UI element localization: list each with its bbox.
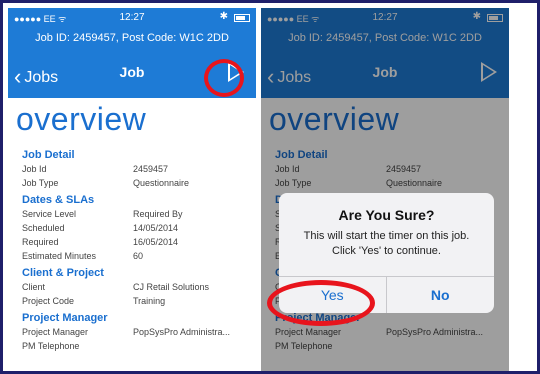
detail-row: Estimated Minutes 60 xyxy=(22,249,252,263)
section-title: Dates & SLAs xyxy=(22,194,95,206)
detail-row: Project Manager PopSysPro Administra... xyxy=(22,325,252,339)
detail-label: Project Manager xyxy=(22,327,89,337)
section-title: Client & Project xyxy=(22,267,104,279)
detail-label: Estimated Minutes xyxy=(22,251,97,261)
detail-row: Project Code Training xyxy=(22,294,252,308)
detail-value: Questionnaire xyxy=(133,178,190,188)
page-title: overview xyxy=(16,101,147,137)
no-button[interactable]: No xyxy=(387,277,495,313)
detail-label: Job Id xyxy=(22,164,47,174)
detail-row: Scheduled 14/05/2014 xyxy=(22,221,252,235)
section-title: Project Manager xyxy=(22,312,108,324)
detail-value: 14/05/2014 xyxy=(133,223,179,233)
status-bar: ●●●●● EE ᯤ 12:27 ✱ xyxy=(8,8,256,28)
detail-row: Client CJ Retail Solutions xyxy=(22,280,252,294)
screenshot-frame: ●●●●● EE ᯤ 12:27 ✱ Job ID: 2459457, Post… xyxy=(0,0,540,374)
job-screen-confirm: ●●●●● EE ᯤ 12:27 ✱ Job ID: 2459457, Post… xyxy=(261,8,509,371)
detail-row: Required 16/05/2014 xyxy=(22,235,252,249)
job-screen: ●●●●● EE ᯤ 12:27 ✱ Job ID: 2459457, Post… xyxy=(8,8,256,371)
dialog-message-line: This will start the timer on this job. xyxy=(303,230,470,242)
detail-value: CJ Retail Solutions xyxy=(133,282,210,292)
detail-label: Scheduled xyxy=(22,223,65,233)
detail-row: Service Level Required By xyxy=(22,207,252,221)
detail-label: Required xyxy=(22,237,59,247)
detail-row: Job Id 2459457 xyxy=(22,162,252,176)
detail-label: PM Telephone xyxy=(22,341,80,351)
detail-label: Client xyxy=(22,282,46,292)
detail-label: Service Level xyxy=(22,209,77,219)
detail-label: Project Code xyxy=(22,296,75,306)
detail-value: 16/05/2014 xyxy=(133,237,179,247)
detail-row: Job Type Questionnaire xyxy=(22,176,252,190)
detail-label: Job Type xyxy=(22,178,59,188)
detail-value: Training xyxy=(133,296,166,306)
dialog-message-line: Click 'Yes' to continue. xyxy=(332,245,441,257)
highlight-circle xyxy=(267,280,375,326)
bluetooth-icon: ✱ xyxy=(219,11,228,22)
section-title: Job Detail xyxy=(22,149,75,161)
detail-value: 60 xyxy=(133,251,144,261)
dialog-title: Are You Sure? xyxy=(338,207,435,223)
highlight-circle xyxy=(204,59,244,97)
detail-value: Required By xyxy=(133,209,183,219)
job-header: Job ID: 2459457, Post Code: W1C 2DD xyxy=(8,28,256,48)
detail-value: 2459457 xyxy=(133,164,169,174)
detail-row: PM Telephone xyxy=(22,339,252,353)
dialog-message: This will start the timer on this job. Cl… xyxy=(287,229,486,259)
detail-value: PopSysPro Administra... xyxy=(133,327,231,337)
battery-icon xyxy=(234,14,250,22)
job-details: Job Detail Job Id 2459457 Job Type Questio… xyxy=(22,145,252,353)
